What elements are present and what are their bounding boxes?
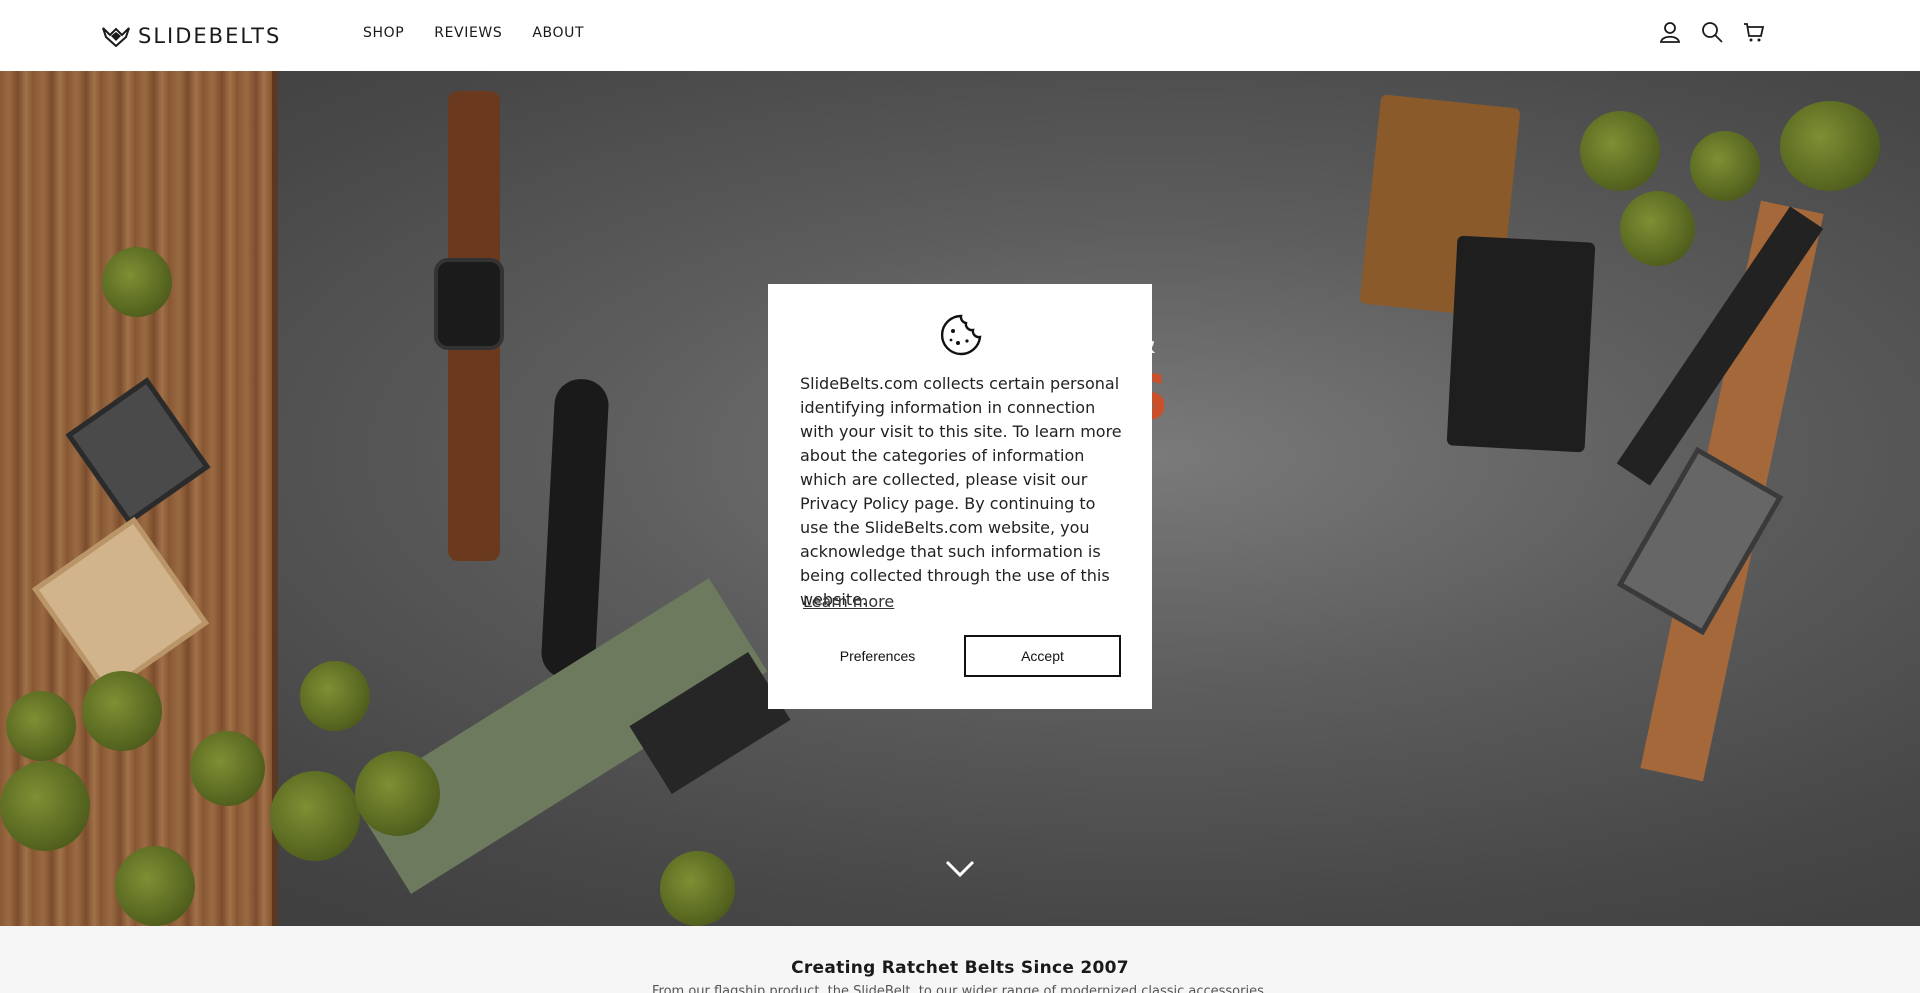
moss-decoration bbox=[82, 671, 162, 751]
moss-decoration bbox=[660, 851, 735, 926]
section-title: Creating Ratchet Belts Since 2007 bbox=[791, 958, 1129, 978]
preferences-button[interactable]: Preferences bbox=[800, 635, 955, 677]
moss-decoration bbox=[6, 691, 76, 761]
cookie-notice-text: SlideBelts.com collects certain personal… bbox=[800, 374, 1122, 609]
watch-face-decoration bbox=[434, 258, 504, 350]
intro-section: Creating Ratchet Belts Since 2007 From o… bbox=[0, 926, 1920, 993]
moss-decoration bbox=[355, 751, 440, 836]
moss-decoration bbox=[1620, 191, 1695, 266]
wallet-black-decoration bbox=[1446, 235, 1596, 453]
moss-decoration bbox=[300, 661, 370, 731]
moss-decoration bbox=[102, 247, 172, 317]
moss-decoration bbox=[1580, 111, 1660, 191]
section-subtitle: From our flagship product, the SlideBelt… bbox=[651, 984, 1268, 993]
moss-decoration bbox=[115, 846, 195, 926]
brand-mark-icon bbox=[102, 27, 130, 47]
nav-shop[interactable]: SHOP bbox=[363, 25, 404, 41]
cookie-consent-modal: SlideBelts.com collects certain personal… bbox=[768, 284, 1152, 709]
keychain-decoration bbox=[540, 377, 610, 681]
account-icon[interactable] bbox=[1658, 20, 1682, 44]
scroll-down-chevron-icon[interactable] bbox=[944, 858, 976, 880]
search-icon[interactable] bbox=[1700, 20, 1724, 44]
nav-about[interactable]: ABOUT bbox=[532, 25, 584, 41]
brand-logo[interactable]: SLIDEBELTS bbox=[102, 24, 281, 48]
cookie-icon bbox=[940, 314, 982, 356]
brand-name: SLIDEBELTS bbox=[138, 24, 282, 48]
main-nav: SHOP REVIEWS ABOUT bbox=[363, 25, 584, 41]
moss-decoration bbox=[0, 761, 90, 851]
nav-reviews[interactable]: REVIEWS bbox=[434, 25, 502, 41]
header-actions bbox=[1658, 20, 1766, 44]
site-header: SLIDEBELTS SHOP REVIEWS ABOUT bbox=[0, 0, 1920, 71]
moss-decoration bbox=[1780, 101, 1880, 191]
cart-icon[interactable] bbox=[1742, 20, 1766, 44]
accept-button[interactable]: Accept bbox=[964, 635, 1121, 677]
moss-decoration bbox=[1690, 131, 1760, 201]
learn-more-link[interactable]: Learn more bbox=[803, 592, 894, 611]
moss-decoration bbox=[270, 771, 360, 861]
moss-decoration bbox=[190, 731, 265, 806]
